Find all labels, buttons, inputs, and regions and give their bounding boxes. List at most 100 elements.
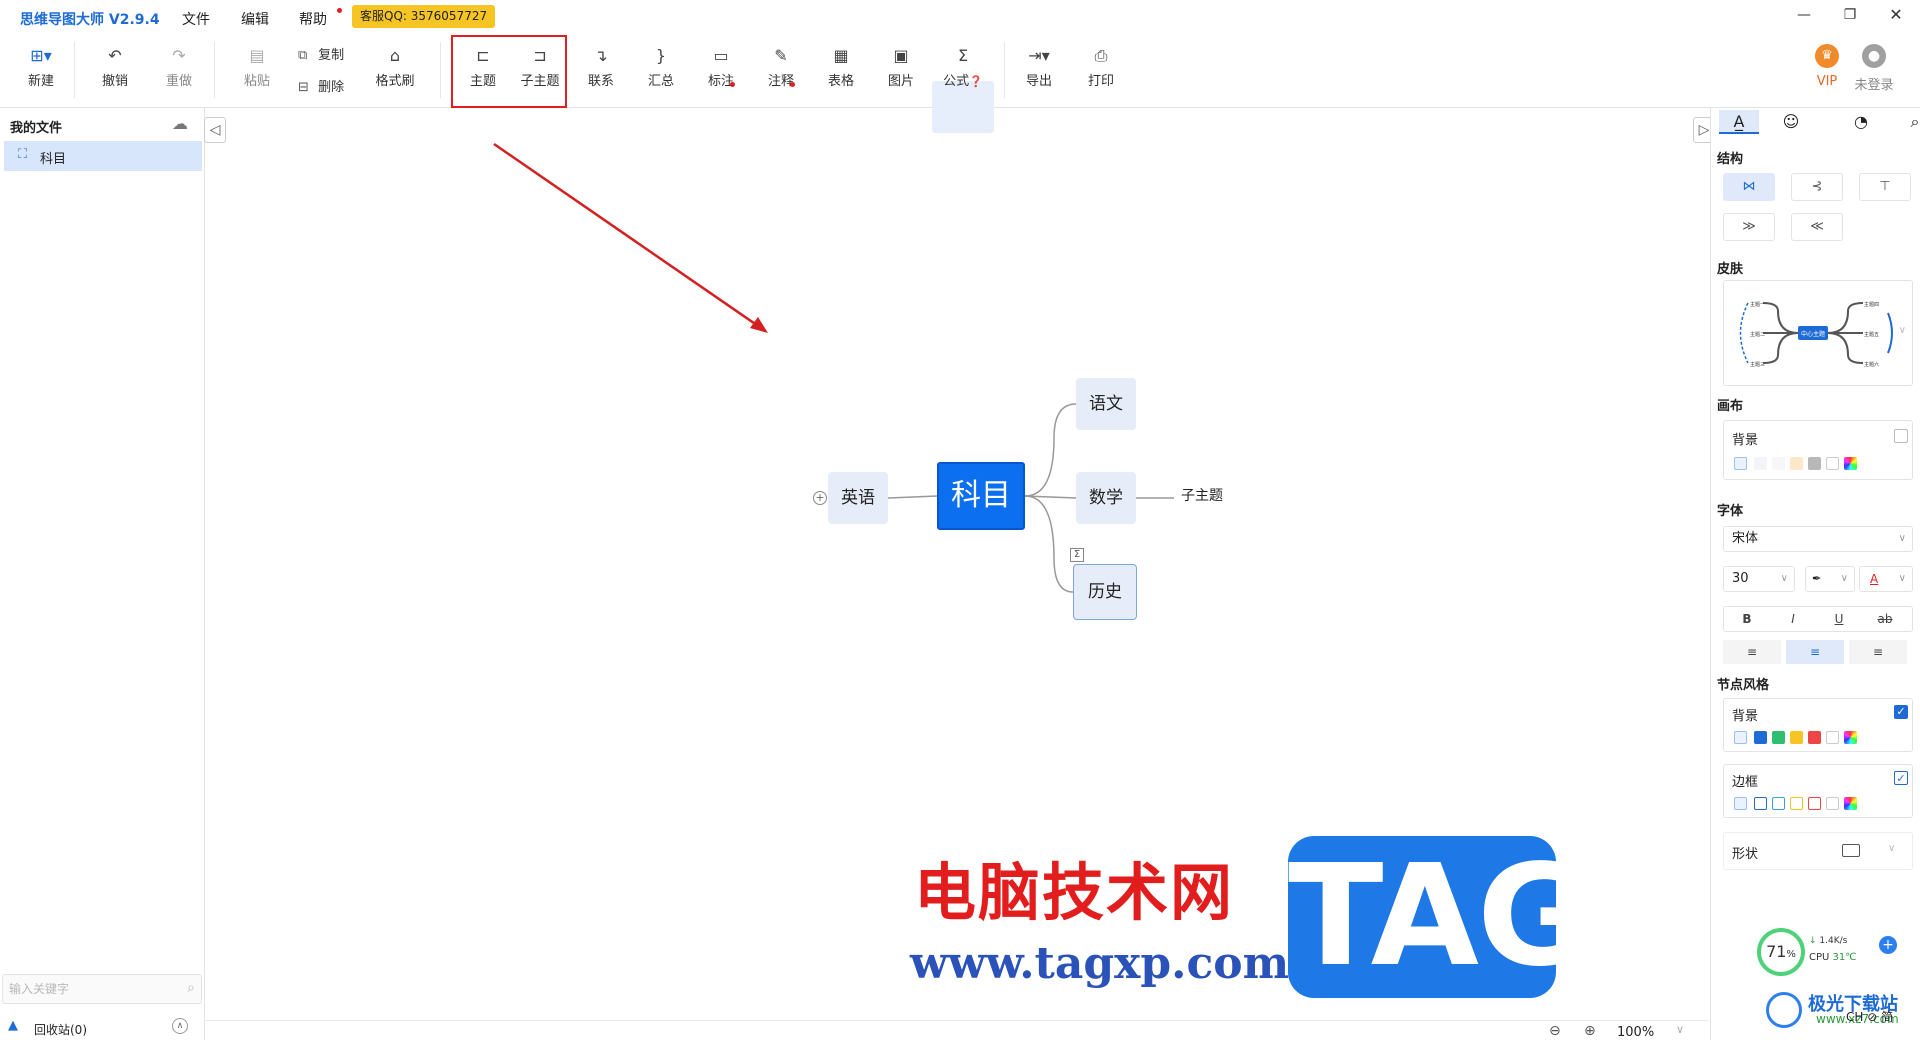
- chevron-down-icon[interactable]: ∨: [1899, 325, 1906, 336]
- font-family-select[interactable]: 宋体 ∨: [1723, 526, 1913, 552]
- color-picker-icon[interactable]: [1844, 731, 1857, 744]
- topic-node-selected[interactable]: 历史: [1073, 564, 1137, 620]
- menu-help[interactable]: 帮助: [299, 9, 327, 29]
- font-size-select[interactable]: 30 ∨: [1723, 566, 1795, 592]
- zoom-bar: ⊖ ⊕ 100% ∨: [206, 1020, 1708, 1040]
- delete-button[interactable]: ⊟ 删除: [298, 76, 344, 95]
- cloud-sync-icon[interactable]: ☁: [172, 114, 188, 133]
- file-item[interactable]: ⛶ 科目: [4, 141, 202, 171]
- expand-plus-icon[interactable]: +: [813, 491, 827, 505]
- format-brush-icon: ⌂: [389, 46, 401, 65]
- formula-button[interactable]: Σ 公式❓: [938, 46, 988, 89]
- close-button[interactable]: ✕: [1884, 4, 1908, 26]
- strikethrough-button[interactable]: ab: [1862, 607, 1908, 631]
- font-color-button[interactable]: A ∨: [1859, 566, 1913, 592]
- color-picker-icon[interactable]: [1844, 797, 1857, 810]
- root-node[interactable]: 科目: [937, 462, 1025, 530]
- separator: [440, 42, 441, 98]
- tab-outline[interactable]: ◔: [1841, 110, 1881, 134]
- no-color-swatch[interactable]: [1826, 797, 1839, 810]
- canvas-bg-checkbox[interactable]: [1894, 429, 1908, 443]
- menu-edit[interactable]: 编辑: [241, 9, 269, 29]
- vip-label: VIP: [1816, 74, 1838, 89]
- shape-box[interactable]: 形状 ∨: [1723, 832, 1913, 870]
- structure-fishbone-left-button[interactable]: ≪: [1791, 213, 1843, 241]
- border-swatch-teal[interactable]: [1772, 797, 1785, 810]
- marker-icon: ▭: [713, 46, 729, 65]
- search-icon[interactable]: ⌕: [187, 980, 195, 996]
- subtopic-node[interactable]: 子主题: [1181, 486, 1223, 506]
- menu-file[interactable]: 文件: [182, 9, 210, 29]
- plus-icon[interactable]: +: [1879, 936, 1897, 954]
- summary-button[interactable]: } 汇总: [636, 46, 686, 89]
- custom-color-swatch[interactable]: [1734, 797, 1747, 810]
- marker-button[interactable]: ▭ 标注: [696, 46, 746, 89]
- border-swatch-yellow[interactable]: [1790, 797, 1803, 810]
- new-button[interactable]: ⊞▾ 新建: [16, 46, 66, 89]
- node-swatch-yellow[interactable]: [1790, 731, 1803, 744]
- highlight-color-button[interactable]: ✒ ∨: [1805, 566, 1855, 592]
- node-swatch-green[interactable]: [1772, 731, 1785, 744]
- align-left-icon[interactable]: ≡: [1723, 640, 1781, 664]
- custom-color-swatch[interactable]: [1734, 457, 1747, 470]
- undo-button[interactable]: ↶ 撤销: [90, 46, 140, 89]
- no-color-swatch[interactable]: [1826, 457, 1839, 470]
- topic-node[interactable]: 英语: [828, 472, 888, 524]
- relation-button[interactable]: ↴ 联系: [576, 46, 626, 89]
- copy-button[interactable]: ⧉ 复制: [298, 44, 344, 63]
- underline-button[interactable]: U: [1816, 607, 1862, 631]
- border-swatch-blue[interactable]: [1754, 797, 1767, 810]
- canvas-swatch-2[interactable]: [1772, 457, 1785, 470]
- zoom-level[interactable]: 100%: [1617, 1025, 1654, 1040]
- redo-button[interactable]: ↷ 重做: [154, 46, 204, 89]
- restore-button[interactable]: ❐: [1838, 4, 1862, 26]
- structure-right-button[interactable]: ⊰: [1791, 173, 1843, 201]
- note-button[interactable]: ✎ 注释: [756, 46, 806, 89]
- custom-color-swatch[interactable]: [1734, 731, 1747, 744]
- canvas-swatch-1[interactable]: [1754, 457, 1767, 470]
- vip-button[interactable]: ♛ VIP: [1809, 44, 1845, 89]
- recycle-label: 回收站(0): [34, 1023, 87, 1037]
- chevron-down-icon[interactable]: ∨: [1676, 1023, 1684, 1036]
- print-button[interactable]: ⎙ 打印: [1076, 46, 1126, 89]
- canvas-swatch-3[interactable]: [1790, 457, 1803, 470]
- topic-node[interactable]: 数学: [1076, 472, 1136, 524]
- search-input[interactable]: [9, 980, 169, 998]
- minimize-button[interactable]: —: [1792, 4, 1816, 26]
- export-button[interactable]: ⇥▾ 导出: [1014, 46, 1064, 89]
- performance-widget[interactable]: 71% ↓ 1.4K/s CPU 31℃ +: [1757, 928, 1907, 980]
- support-qq-badge[interactable]: 客服QQ: 3576057727: [352, 5, 496, 28]
- color-picker-icon[interactable]: [1844, 457, 1857, 470]
- recycle-bin[interactable]: ▲ 回收站(0) ∧: [4, 1018, 202, 1040]
- format-brush-button[interactable]: ⌂ 格式刷: [370, 46, 420, 89]
- table-button[interactable]: ▦ 表格: [816, 46, 866, 89]
- border-swatch-red[interactable]: [1808, 797, 1821, 810]
- tab-style[interactable]: A̲: [1719, 110, 1759, 134]
- structure-mindmap-button[interactable]: ⋈: [1723, 173, 1775, 201]
- italic-button[interactable]: I: [1770, 607, 1816, 631]
- node-border-checkbox[interactable]: ✓: [1894, 771, 1908, 785]
- bold-button[interactable]: B: [1724, 607, 1770, 631]
- skin-preview[interactable]: 中心主题 主题一 主题二 主题三 主题四 主题五 主题六 ∨: [1723, 280, 1913, 386]
- node-bg-checkbox[interactable]: ✓: [1894, 705, 1908, 719]
- login-button[interactable]: ● 未登录: [1848, 44, 1900, 93]
- no-color-swatch[interactable]: [1826, 731, 1839, 744]
- node-swatch-red[interactable]: [1808, 731, 1821, 744]
- topic-node[interactable]: 语文: [1076, 378, 1136, 430]
- sigma-icon[interactable]: Σ: [1070, 548, 1084, 562]
- skin-branch: 主题五: [1864, 331, 1879, 338]
- image-button[interactable]: ▣ 图片: [876, 46, 926, 89]
- zoom-in-icon[interactable]: ⊕: [1584, 1023, 1596, 1039]
- structure-org-button[interactable]: ⊤: [1859, 173, 1911, 201]
- relation-icon: ↴: [594, 46, 608, 65]
- tab-search[interactable]: ⌕: [1895, 110, 1920, 134]
- align-center-icon[interactable]: ≡: [1786, 640, 1844, 664]
- structure-fishbone-right-button[interactable]: ≫: [1723, 213, 1775, 241]
- node-swatch-blue[interactable]: [1754, 731, 1767, 744]
- chevron-up-icon[interactable]: ∧: [172, 1018, 188, 1034]
- tab-theme[interactable]: ☺: [1771, 110, 1811, 134]
- paste-button[interactable]: ▤ 粘贴: [232, 46, 282, 89]
- canvas-swatch-4[interactable]: [1808, 457, 1821, 470]
- zoom-out-icon[interactable]: ⊖: [1549, 1023, 1561, 1039]
- align-right-icon[interactable]: ≡: [1849, 640, 1907, 664]
